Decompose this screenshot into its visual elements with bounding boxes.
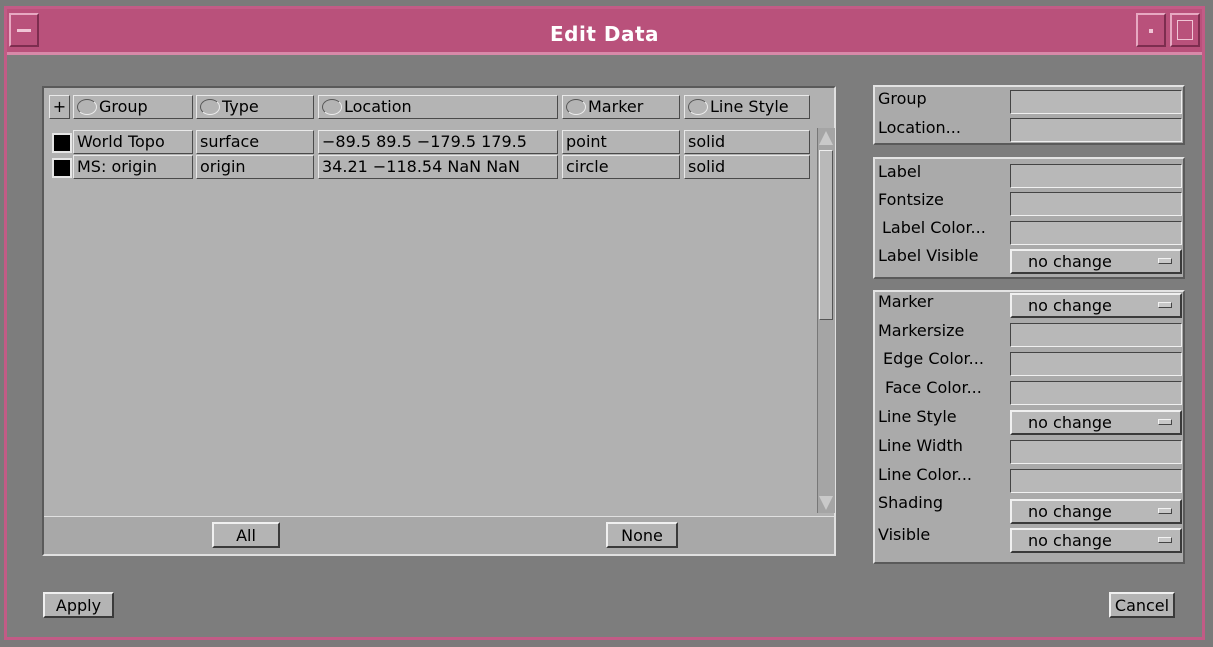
markersize-field[interactable] [1010, 323, 1182, 347]
line-width-label: Line Width [878, 436, 963, 455]
table-cell-location[interactable]: −89.5 89.5 −179.5 179.5 [318, 130, 558, 154]
table-cell-location[interactable]: 34.21 −118.54 NaN NaN [318, 155, 558, 179]
face-color-field[interactable] [1010, 381, 1182, 405]
column-header-line-style[interactable]: Line Style [684, 95, 810, 119]
visible-label: Visible [878, 525, 931, 544]
table-cell-group[interactable]: MS: origin [73, 155, 193, 179]
edit-data-window: Edit Data + Group Type Location Marker L… [4, 6, 1205, 640]
group-label: Group [878, 89, 927, 108]
table-cell-group[interactable]: World Topo [73, 130, 193, 154]
edge-color-label[interactable]: Edge Color... [883, 349, 984, 369]
shading-label: Shading [878, 493, 943, 512]
sort-radio-icon[interactable] [200, 99, 220, 115]
column-header-group[interactable]: Group [73, 95, 193, 119]
list-scrollbar[interactable] [817, 128, 835, 513]
label-color-label[interactable]: Label Color... [882, 218, 986, 238]
marker-label: Marker [878, 292, 934, 311]
option-menu-indicator-icon [1158, 258, 1172, 264]
maximize-icon[interactable] [1170, 13, 1200, 47]
label-visible-label: Label Visible [878, 246, 979, 265]
sort-radio-icon[interactable] [77, 99, 97, 115]
table-cell-type[interactable]: surface [196, 130, 314, 154]
label-properties: Label Fontsize Label Color... Label Visi… [873, 157, 1185, 279]
cancel-button[interactable]: Cancel [1109, 592, 1175, 618]
line-color-field[interactable] [1010, 469, 1182, 493]
selection-bar: All None [44, 516, 834, 554]
label-field[interactable] [1010, 164, 1182, 188]
column-header-type[interactable]: Type [196, 95, 314, 119]
fontsize-field[interactable] [1010, 192, 1182, 216]
group-field[interactable] [1010, 90, 1182, 114]
table-cell-line-style[interactable]: solid [684, 155, 810, 179]
markersize-label: Markersize [878, 321, 965, 340]
data-list-panel: + Group Type Location Marker Line Style … [42, 86, 836, 556]
column-header-marker[interactable]: Marker [562, 95, 680, 119]
option-menu-indicator-icon [1158, 508, 1172, 514]
select-all-button[interactable]: All [212, 522, 280, 548]
edge-color-field[interactable] [1010, 352, 1182, 376]
table-cell-marker[interactable]: circle [562, 155, 680, 179]
label-visible-select[interactable]: no change [1010, 249, 1182, 274]
row-color-swatch[interactable] [52, 133, 72, 153]
scroll-up-arrow-icon[interactable] [819, 131, 833, 145]
table-cell-type[interactable]: origin [196, 155, 314, 179]
expand-button[interactable]: + [49, 95, 70, 119]
line-color-label[interactable]: Line Color... [878, 465, 972, 485]
sort-radio-icon[interactable] [688, 99, 708, 115]
face-color-label[interactable]: Face Color... [885, 378, 982, 398]
shading-select[interactable]: no change [1010, 499, 1182, 524]
table-cell-line-style[interactable]: solid [684, 130, 810, 154]
label-color-field[interactable] [1010, 221, 1182, 245]
title-bar[interactable]: Edit Data [7, 9, 1202, 55]
scroll-down-arrow-icon[interactable] [819, 496, 833, 510]
minimize-icon[interactable] [1136, 13, 1166, 47]
scroll-thumb[interactable] [819, 150, 833, 320]
marker-line-properties: Marker no change Markersize Edge Color..… [873, 290, 1185, 564]
option-menu-indicator-icon [1158, 419, 1172, 425]
sort-radio-icon[interactable] [322, 99, 342, 115]
option-menu-indicator-icon [1158, 537, 1172, 543]
location-field[interactable] [1010, 118, 1182, 142]
marker-select[interactable]: no change [1010, 293, 1182, 318]
line-width-field[interactable] [1010, 440, 1182, 464]
visible-select[interactable]: no change [1010, 528, 1182, 553]
table-cell-marker[interactable]: point [562, 130, 680, 154]
apply-button[interactable]: Apply [43, 592, 114, 618]
line-style-label: Line Style [878, 407, 957, 426]
line-style-select[interactable]: no change [1010, 410, 1182, 435]
sort-radio-icon[interactable] [566, 99, 586, 115]
column-header-location[interactable]: Location [318, 95, 558, 119]
option-menu-indicator-icon [1158, 302, 1172, 308]
label-label: Label [878, 162, 922, 181]
location-label[interactable]: Location... [878, 118, 961, 138]
row-color-swatch[interactable] [52, 158, 72, 178]
group-properties: Group Location... [873, 85, 1185, 145]
window-title: Edit Data [549, 22, 659, 46]
select-none-button[interactable]: None [606, 522, 678, 548]
fontsize-label: Fontsize [878, 190, 944, 209]
